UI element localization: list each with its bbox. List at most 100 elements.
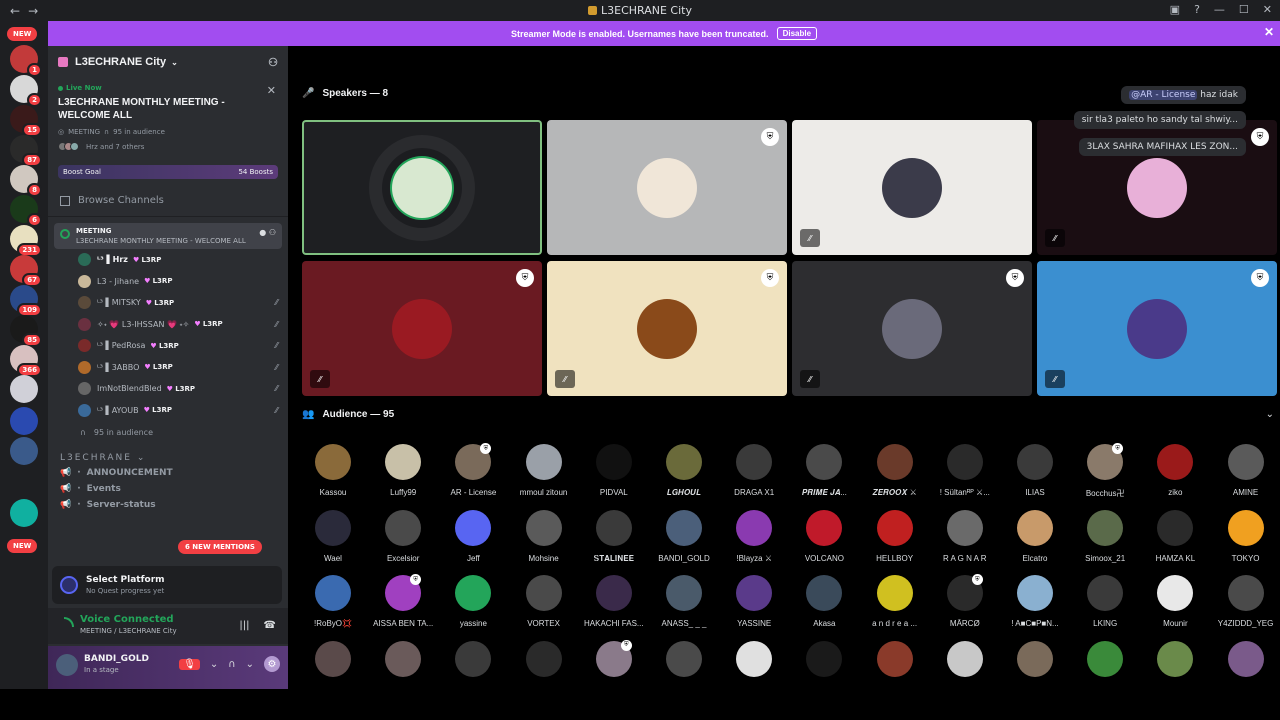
speaker-row[interactable]: ᴸ³ ▌PedRosa ♥ L3RP ⁄⁄ [48, 335, 288, 357]
audience-member[interactable]: 𝑳𝑮𝑯𝑶𝑼𝑳 [649, 444, 719, 498]
audience-member[interactable]: DRAGA X1 [719, 444, 789, 497]
audience-member[interactable] [860, 640, 930, 677]
audience-member[interactable]: ⛨ AR - License [438, 443, 508, 497]
headset-icon[interactable]: ∩ [228, 659, 235, 670]
audience-member[interactable] [368, 640, 438, 677]
audience-member[interactable]: ! Sültanᴿᴾ ⚔... [930, 444, 1000, 497]
audience-member[interactable]: PIDVAL [579, 444, 649, 497]
server-icon[interactable] [10, 437, 38, 465]
invite-icon[interactable]: ⚇ [268, 56, 278, 69]
audience-member[interactable]: Elcatro [1000, 509, 1070, 563]
audience-member[interactable]: HELLBOY [860, 509, 930, 563]
banner-close-icon[interactable]: ✕ [1264, 25, 1274, 39]
audience-member[interactable] [930, 640, 1000, 677]
server-icon[interactable]: 6 [10, 195, 42, 227]
quest-card[interactable]: Select Platform No Quest progress yet [52, 566, 282, 604]
chevron-down-icon[interactable]: ⌄ [1266, 409, 1274, 420]
chat-icon[interactable]: ● ⚇ [259, 228, 276, 237]
audience-member[interactable]: 𝑷𝑹𝑰𝑴𝑬 𝑱𝑨... [789, 444, 859, 498]
server-icon[interactable] [10, 499, 38, 527]
speaker-row[interactable]: L3 - Jihane ♥ L3RP [48, 271, 288, 293]
speaker-row[interactable]: ImNotBlendBled ♥ L3RP ⁄⁄ [48, 378, 288, 400]
noise-suppression-icon[interactable]: ||| [239, 620, 249, 631]
speaker-tile[interactable]: ⛨ ⁄⁄ [792, 261, 1032, 396]
audience-member[interactable]: ILIAS [1000, 444, 1070, 497]
server-icon[interactable]: 231 [10, 225, 42, 257]
audience-member[interactable]: Jeff [438, 509, 508, 563]
server-icon[interactable]: 2 [10, 75, 42, 107]
chevron-down-icon[interactable]: ⌄ [210, 659, 218, 670]
speaker-row[interactable]: ᴸ³ ▌Hrz ♥ L3RP [48, 249, 288, 271]
inbox-icon[interactable]: ▣ [1170, 3, 1180, 16]
mic-muted-icon[interactable]: 🎙 [179, 658, 200, 670]
server-icon[interactable]: 87 [10, 135, 42, 167]
audience-member[interactable] [298, 640, 368, 677]
speaker-tile[interactable]: ⛨ ⁄⁄ [302, 261, 542, 396]
speaker-tile[interactable]: ⁄⁄ [792, 120, 1032, 255]
audience-member[interactable] [438, 640, 508, 677]
audience-member[interactable]: Simoox_21 [1070, 509, 1140, 563]
audience-member[interactable]: AMINE [1211, 444, 1280, 497]
audience-member[interactable] [1211, 640, 1280, 677]
audience-member[interactable] [509, 640, 579, 677]
audience-member[interactable] [649, 640, 719, 677]
speaker-row[interactable]: ᴸ³ ▌3ABBO ♥ L3RP ⁄⁄ [48, 357, 288, 379]
live-event-card[interactable]: Live Now ✕ L3ECHRANE MONTHLY MEETING - W… [48, 78, 288, 159]
back-icon[interactable]: ← [10, 4, 20, 18]
audience-member[interactable]: Wael [298, 509, 368, 563]
speaker-tile[interactable]: ⛨ [547, 120, 787, 255]
server-icon[interactable]: 1 [10, 45, 42, 77]
audience-member[interactable]: Mounir [1140, 575, 1210, 628]
category-header[interactable]: L3ECHRANE ⌄ [48, 443, 288, 465]
audience-member[interactable]: 𝒁𝑬𝑹𝑶𝑶𝑿 ⚔ [860, 444, 930, 498]
chevron-down-icon[interactable]: ⌄ [246, 659, 254, 670]
audience-member[interactable]: ziko [1140, 444, 1210, 497]
channel-announcement[interactable]: 📢 · ANNOUNCEMENT [48, 465, 288, 481]
audience-member[interactable]: TOKYO [1211, 509, 1280, 563]
maximize-icon[interactable]: ☐ [1239, 3, 1249, 16]
audience-member[interactable]: HAMZA KL [1140, 509, 1210, 563]
audience-member[interactable]: YASSINE [719, 575, 789, 628]
gear-icon[interactable]: ⚙ [264, 656, 280, 672]
browse-channels[interactable]: Browse Channels [48, 185, 288, 217]
channel-server-status[interactable]: 📢 · Server-status [48, 497, 288, 513]
audience-member[interactable] [719, 640, 789, 677]
close-icon[interactable]: ✕ [267, 84, 276, 97]
audience-count[interactable]: ∩ 95 in audience [48, 421, 288, 443]
audience-member[interactable]: R A G N A R [930, 509, 1000, 563]
new-pill-bottom[interactable]: NEW [7, 539, 38, 553]
audience-member[interactable]: yassine [438, 575, 508, 628]
server-icon[interactable]: 15 [10, 105, 42, 137]
audience-member[interactable]: Excelsior [368, 509, 438, 563]
forward-icon[interactable]: → [28, 4, 38, 18]
speaker-row[interactable]: ✧˖ 💗 L3-IHSSAN 💗 ˖✧ ♥ L3RP ⁄⁄ [48, 314, 288, 336]
server-icon[interactable] [10, 407, 38, 435]
audience-member[interactable]: Akasa [789, 575, 859, 628]
audience-member[interactable]: 𝐒𝐓𝐀𝐋𝐈𝐍𝐄𝐄 [579, 509, 649, 564]
audience-member[interactable] [1000, 640, 1070, 677]
avatar[interactable] [56, 654, 78, 676]
server-icon[interactable]: 366 [10, 345, 42, 377]
boost-goal-bar[interactable]: Boost Goal 54 Boosts [58, 165, 278, 179]
audience-member[interactable]: !Blayza ⚔ [719, 509, 789, 563]
server-icon[interactable] [10, 375, 38, 403]
audience-member[interactable] [1140, 640, 1210, 677]
audience-member[interactable]: ⛨ MÃRCØ [930, 574, 1000, 628]
speaker-row[interactable]: ᴸ³ ▌MITSKY ♥ L3RP ⁄⁄ [48, 292, 288, 314]
audience-member[interactable]: LKING [1070, 575, 1140, 628]
new-mentions-pill[interactable]: 6 NEW MENTIONS [178, 540, 262, 554]
audience-member[interactable] [1070, 640, 1140, 677]
channel-meeting[interactable]: MEETING L3ECHRANE MONTHLY MEETING - WELC… [54, 223, 282, 249]
audience-member[interactable]: ANASS_ _ _ [649, 575, 719, 628]
audience-member[interactable]: Y4ZIDDD_YEG [1211, 575, 1280, 628]
close-window-icon[interactable]: ✕ [1263, 3, 1272, 16]
speaker-row[interactable]: ᴸ³ ▌AYOUB ♥ L3RP ⁄⁄ [48, 400, 288, 422]
disconnect-icon[interactable]: ☎ [264, 620, 276, 631]
audience-member[interactable]: ⛨ Bocchus卍 [1070, 443, 1140, 499]
audience-member[interactable]: a n d r e a ... [860, 575, 930, 628]
speaker-tile[interactable]: ⛨ ⁄⁄ [547, 261, 787, 396]
audience-member[interactable]: ⛨ [579, 639, 649, 677]
speaker-tile[interactable]: ⛨ ⁄⁄ [1037, 261, 1277, 396]
minimize-icon[interactable]: — [1214, 3, 1225, 16]
new-pill-top[interactable]: NEW [7, 27, 38, 41]
